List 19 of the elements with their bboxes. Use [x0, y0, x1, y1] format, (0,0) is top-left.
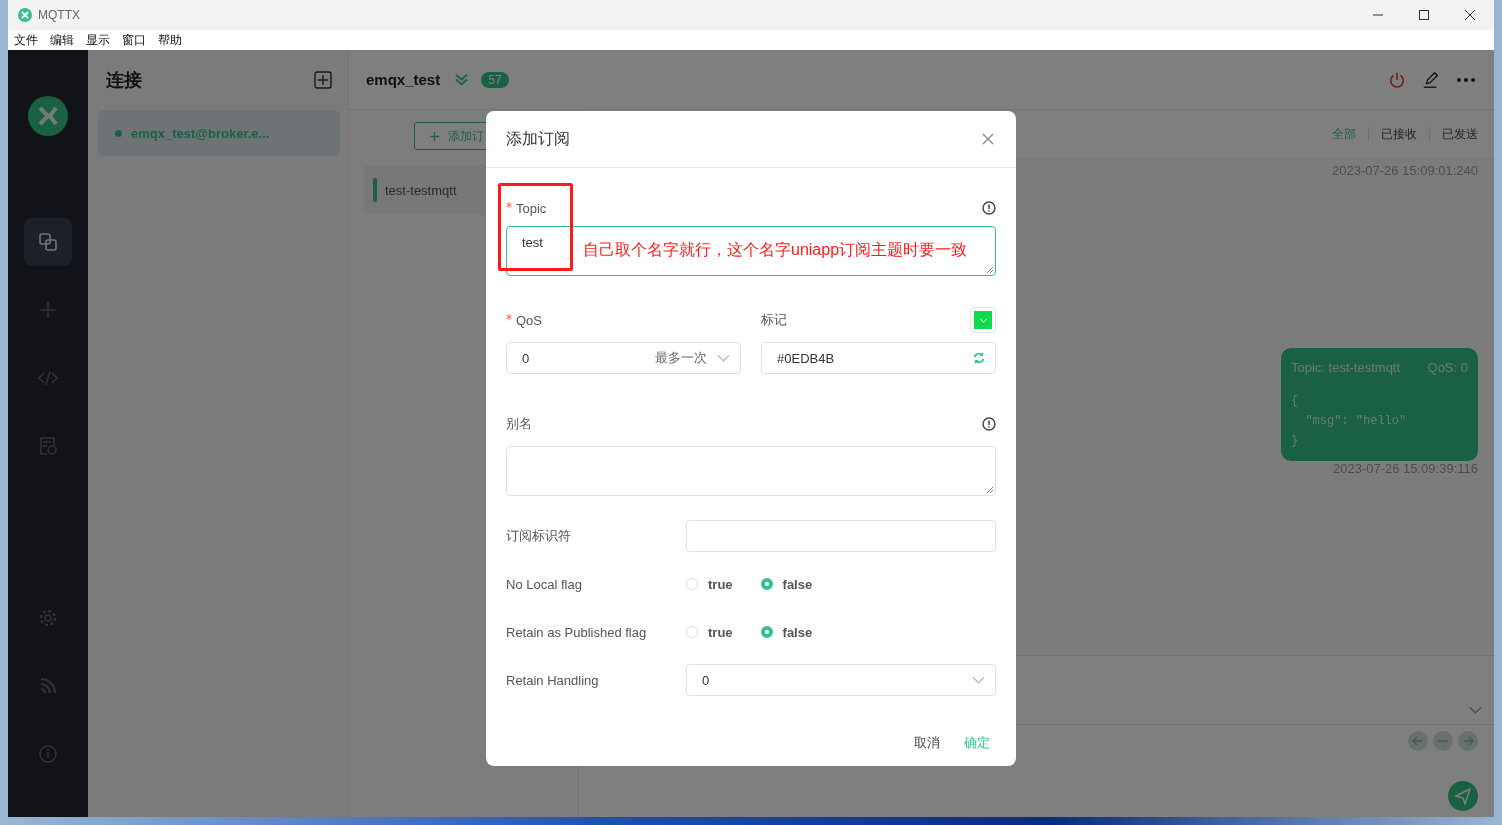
panel-title: 连接: [106, 69, 142, 92]
field-label: QoS: [516, 312, 542, 328]
field-label: 标记: [761, 311, 787, 329]
payload-line: {: [1291, 393, 1300, 410]
field-label: 别名: [506, 415, 532, 433]
annotation-text: 自己取个名字就行，这个名字uniapp订阅主题时要一致: [583, 240, 968, 260]
field-label: Retain Handling: [506, 672, 600, 688]
field-label: No Local flag: [506, 576, 583, 592]
topic-name: test-testmqtt: [385, 182, 457, 198]
payload-line: }: [1291, 433, 1300, 450]
field-label: 订阅标识符: [506, 527, 572, 545]
connection-name: emqx_test: [366, 71, 441, 88]
window-title: MQTTX: [38, 8, 80, 22]
count-badge: 57: [481, 71, 509, 88]
message-qos: QoS: 0: [1427, 360, 1468, 375]
field-label: Retain as Published flag: [506, 624, 648, 640]
message-topic: Topic: test-testmqtt: [1291, 360, 1401, 375]
payload-line: "msg": "hello": [1304, 413, 1408, 430]
field-label: Topic: [516, 200, 547, 216]
